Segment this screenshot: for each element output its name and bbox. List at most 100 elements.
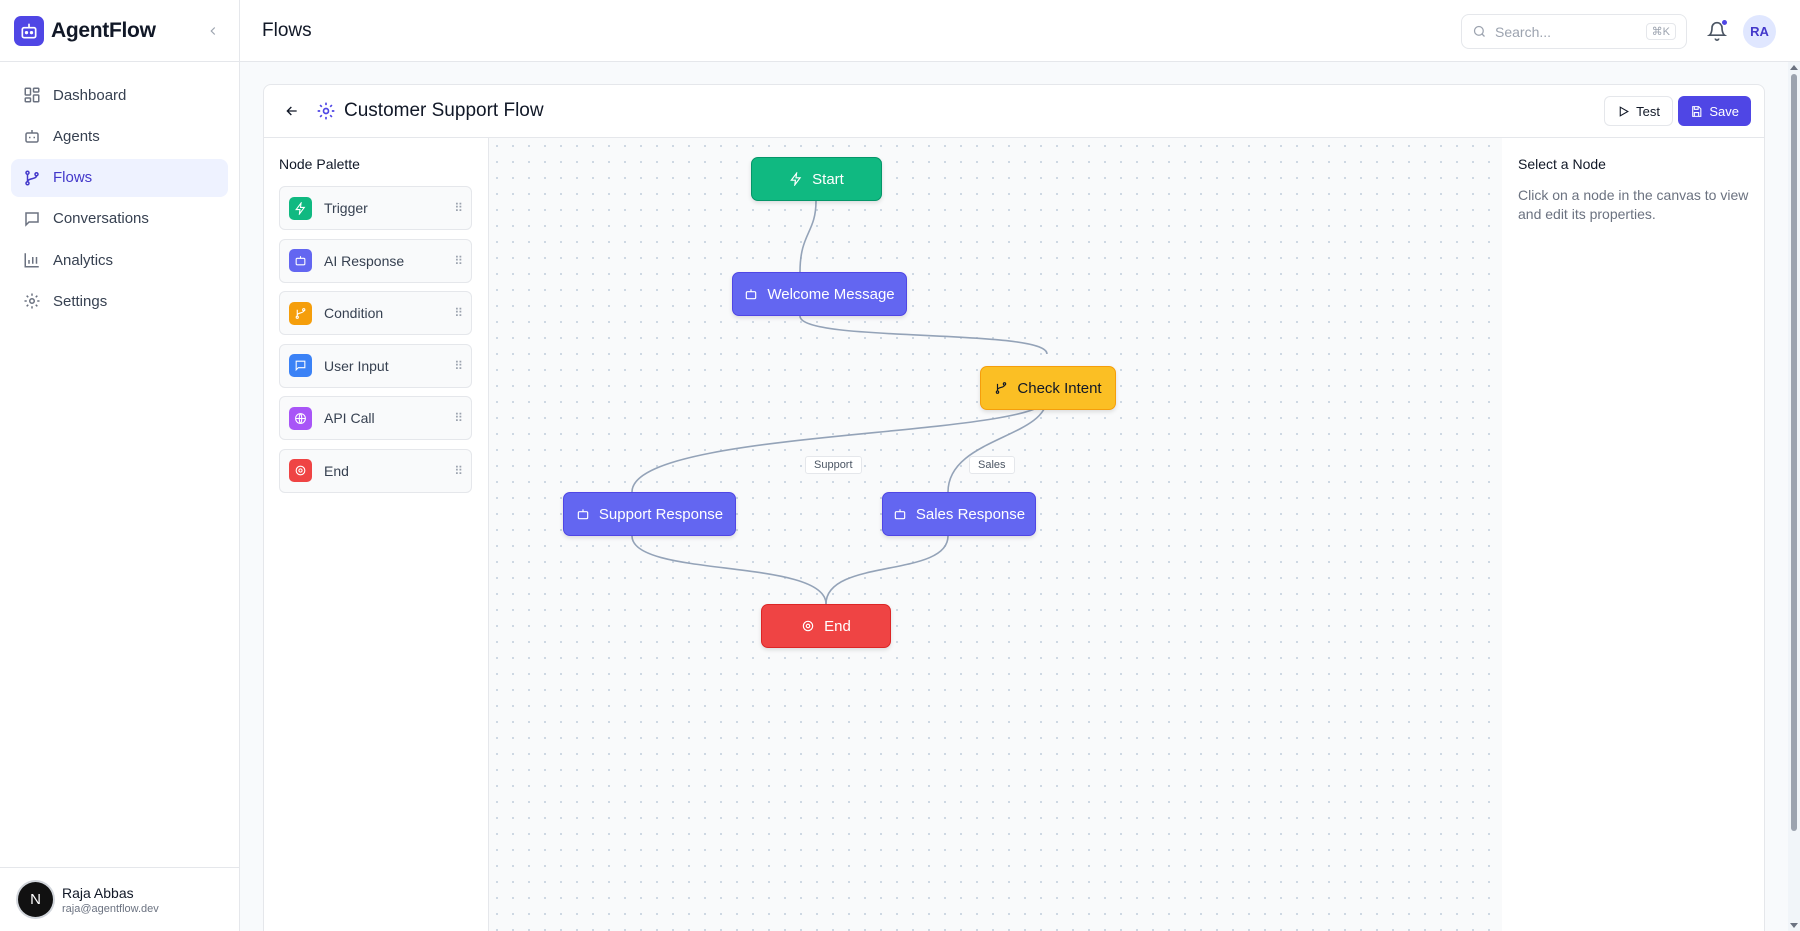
message-icon [289,354,312,377]
target-icon [289,459,312,482]
palette-item-condition[interactable]: Condition ⠿ [279,291,472,335]
save-button[interactable]: Save [1678,96,1751,126]
palette-item-label: Condition [324,305,384,321]
drag-handle-icon[interactable]: ⠿ [454,411,463,425]
edge-check-sales [947,397,1048,493]
chevron-left-icon [210,26,216,35]
notifications-button[interactable] [1704,18,1730,44]
sidebar-item-label: Agents [53,127,100,145]
globe-icon [289,406,312,430]
node-label: End [824,617,851,635]
properties-title: Select a Node [1518,156,1606,172]
node-end[interactable]: End [761,604,891,648]
palette-item-api-call[interactable]: API Call ⠿ [279,396,472,440]
palette-item-end[interactable]: End ⠿ [279,448,472,493]
lightning-icon [790,172,802,186]
drag-handle-icon[interactable]: ⠿ [454,464,463,478]
save-icon [1692,105,1702,117]
user-name: Raja Abbas [62,884,134,901]
scroll-up-arrow-icon[interactable] [1790,65,1798,70]
node-label: Check Intent [1017,379,1102,397]
edge-support-end [631,535,827,605]
scrollbar-thumb[interactable] [1791,74,1797,831]
edge-welcome-check [799,315,1048,355]
branch-icon [289,301,312,325]
user-info: Raja Abbas raja@agentflow.dev [62,885,159,915]
node-label: Welcome Message [767,285,895,303]
lightning-icon [289,196,312,220]
bot-icon [746,289,757,300]
edge-sales-end [825,535,949,605]
top-header: Flows ⌘K RA [240,0,1800,62]
save-button-label: Save [1709,103,1739,119]
node-sales-response[interactable]: Sales Response [882,492,1036,536]
sidebar-item-label: Dashboard [53,86,127,104]
message-icon [25,212,39,227]
play-icon [1619,105,1630,117]
back-button[interactable] [278,97,306,125]
search-shortcut: ⌘K [1645,23,1676,40]
drag-handle-icon[interactable]: ⠿ [454,359,463,373]
node-check-intent[interactable]: Check Intent [980,366,1116,410]
node-label: Sales Response [915,505,1026,523]
sidebar: AgentFlow Dashboard Agents Flows Convers… [0,0,240,931]
palette-item-ai-response[interactable]: AI Response ⠿ [279,238,472,283]
palette-item-label: AI Response [324,252,405,269]
flow-canvas[interactable]: Support Sales Start Welcome Message Chec… [489,138,1502,931]
drag-handle-icon[interactable]: ⠿ [454,201,463,215]
header-avatar[interactable]: RA [1743,15,1776,48]
page-scrollbar[interactable] [1788,62,1800,931]
collapse-sidebar-button[interactable] [201,19,225,43]
bot-icon [577,509,589,520]
palette-item-trigger[interactable]: Trigger ⠿ [279,186,472,230]
bot-icon [894,509,906,520]
target-icon [802,620,814,632]
search-box[interactable]: ⌘K [1461,14,1687,49]
palette-item-label: User Input [324,357,389,374]
agentflow-logo-icon[interactable] [14,15,44,46]
palette-item-label: API Call [324,410,375,426]
editor-toolbar: Customer Support Flow Test Save [264,85,1764,138]
node-support-response[interactable]: Support Response [563,492,736,536]
node-label: Start [812,170,844,188]
edge-check-support [631,397,1048,493]
app-name: AgentFlow [51,18,156,42]
edge-label-sales: Sales [969,456,1015,474]
gear-icon [24,293,40,309]
node-start[interactable]: Start [751,157,882,201]
sidebar-item-flows[interactable]: Flows [11,158,228,197]
bot-icon [25,130,39,144]
properties-panel: Select a Node Click on a node in the can… [1503,138,1765,931]
flow-icon [25,170,39,186]
drag-handle-icon[interactable]: ⠿ [454,306,463,320]
user-profile[interactable]: N Raja Abbas raja@agentflow.dev [0,867,239,931]
search-input[interactable] [1495,23,1635,40]
chart-icon [24,253,39,268]
palette-item-user-input[interactable]: User Input ⠿ [279,343,472,388]
sidebar-item-dashboard[interactable]: Dashboard [11,76,228,114]
drag-handle-icon[interactable]: ⠿ [454,254,463,268]
dashboard-icon [24,87,40,103]
node-welcome-message[interactable]: Welcome Message [732,272,907,316]
sidebar-item-analytics[interactable]: Analytics [11,241,228,279]
branch-icon [996,382,1007,394]
sidebar-item-settings[interactable]: Settings [11,282,228,320]
properties-description: Click on a node in the canvas to view an… [1518,187,1749,222]
page-title: Flows [262,19,312,41]
gear-icon [317,102,335,120]
edge-start-welcome [799,200,817,273]
sidebar-item-label: Analytics [53,251,114,269]
scroll-down-arrow-icon[interactable] [1790,923,1798,928]
sidebar-item-agents[interactable]: Agents [11,117,228,155]
arrow-left-icon [286,106,297,116]
node-palette: Node Palette Trigger ⠿ AI Response ⠿ Con… [264,138,489,931]
sidebar-item-conversations[interactable]: Conversations [11,200,228,238]
flow-name: Customer Support Flow [344,100,544,121]
brand: AgentFlow [0,0,239,62]
sidebar-nav: Dashboard Agents Flows Conversations Ana… [0,62,239,338]
bot-icon [289,249,312,272]
sidebar-item-label: Flows [53,169,93,187]
test-button[interactable]: Test [1604,96,1673,126]
user-email: raja@agentflow.dev [62,902,159,915]
sidebar-item-label: Settings [53,292,108,310]
